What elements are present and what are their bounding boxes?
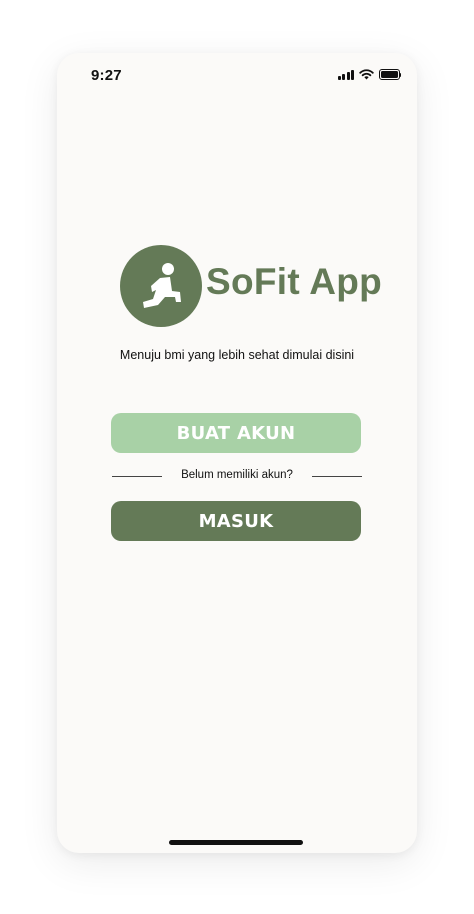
phone-screen: 9:27 SoFit App Menuju bmi yang lebih seh… [57, 53, 417, 853]
cellular-signal-icon [337, 69, 354, 80]
login-button[interactable]: MASUK [111, 501, 361, 541]
create-account-button[interactable]: BUAT AKUN [111, 413, 361, 453]
home-indicator[interactable] [169, 840, 303, 845]
divider-text: Belum memiliki akun? [181, 469, 293, 481]
divider: Belum memiliki akun? [112, 469, 362, 485]
battery-icon [379, 69, 401, 80]
status-time: 9:27 [91, 67, 122, 84]
status-icons [337, 69, 401, 80]
running-person-icon [143, 263, 181, 308]
divider-line-right [312, 476, 362, 477]
app-logo: SoFit App [120, 245, 383, 329]
tagline: Menuju bmi yang lebih sehat dimulai disi… [119, 348, 355, 362]
wifi-icon [359, 69, 374, 80]
logo-circle [120, 245, 202, 327]
status-bar: 9:27 [57, 53, 417, 97]
app-name: SoFit App [206, 261, 383, 302]
